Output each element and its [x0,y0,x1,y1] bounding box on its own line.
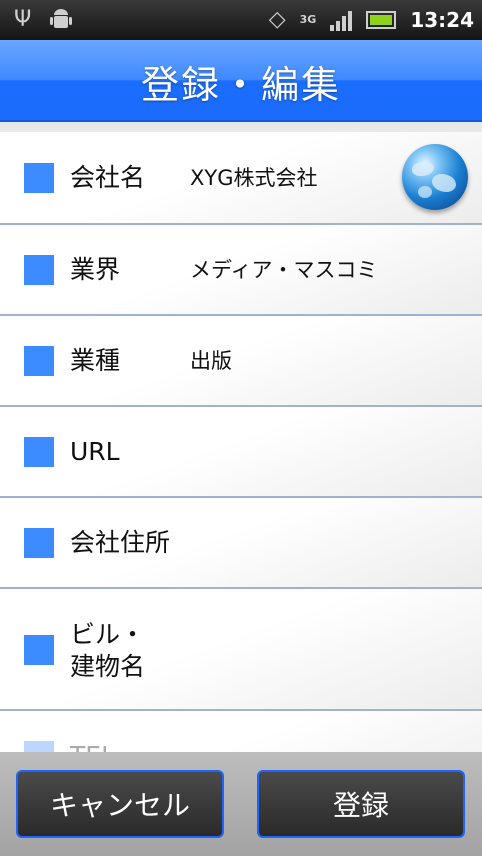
status-bar: Ψ ◇ 3G 13:24 [0,0,482,40]
field-label: TEL [70,741,115,752]
field-label: 会社住所 [70,528,171,557]
clock: 13:24 [410,8,474,32]
row-marker-icon [24,163,54,193]
row-url[interactable]: URL [0,407,482,498]
row-company-name[interactable]: 会社名 XYG株式会社 [0,132,482,225]
globe-icon[interactable] [402,144,468,210]
field-label: URL [70,437,120,466]
row-marker-icon [24,255,54,285]
field-value: 出版 [190,349,232,373]
row-marker-icon [24,437,54,467]
network-type: 3G [299,13,317,26]
battery-icon [366,11,397,29]
row-business-type[interactable]: 業種 出版 [0,316,482,407]
field-label: 業界 [70,255,121,284]
network-indicator: 3G [299,13,317,26]
register-button[interactable]: 登録 [257,770,465,838]
row-marker-icon [24,635,54,665]
row-marker-icon [24,346,54,376]
row-company-address[interactable]: 会社住所 [0,498,482,589]
rotate-icon: ◇ [268,7,286,32]
field-label: ビル・ 建物名 [70,620,146,681]
usb-icon: Ψ [14,7,32,32]
title-bar: 登録・編集 [0,40,482,122]
row-tel[interactable]: TEL [0,711,482,752]
row-marker-icon [24,528,54,558]
page-title: 登録・編集 [140,63,341,107]
cancel-button[interactable]: キャンセル [16,770,224,838]
row-industry[interactable]: 業界 メディア・マスコミ [0,225,482,316]
row-building-name[interactable]: ビル・ 建物名 [0,589,482,711]
bottom-bar: キャンセル 登録 [0,752,482,856]
field-label: 業種 [70,346,121,375]
row-marker-icon [24,741,54,752]
field-value: XYG株式会社 [190,166,318,190]
android-debug-icon [49,6,73,40]
form-list[interactable]: 会社名 XYG株式会社 業界 メディア・マスコミ 業種 出版 URL 会社住所 … [0,132,482,752]
field-value: メディア・マスコミ [190,258,378,282]
signal-icon [330,9,353,31]
field-label: 会社名 [70,163,146,192]
